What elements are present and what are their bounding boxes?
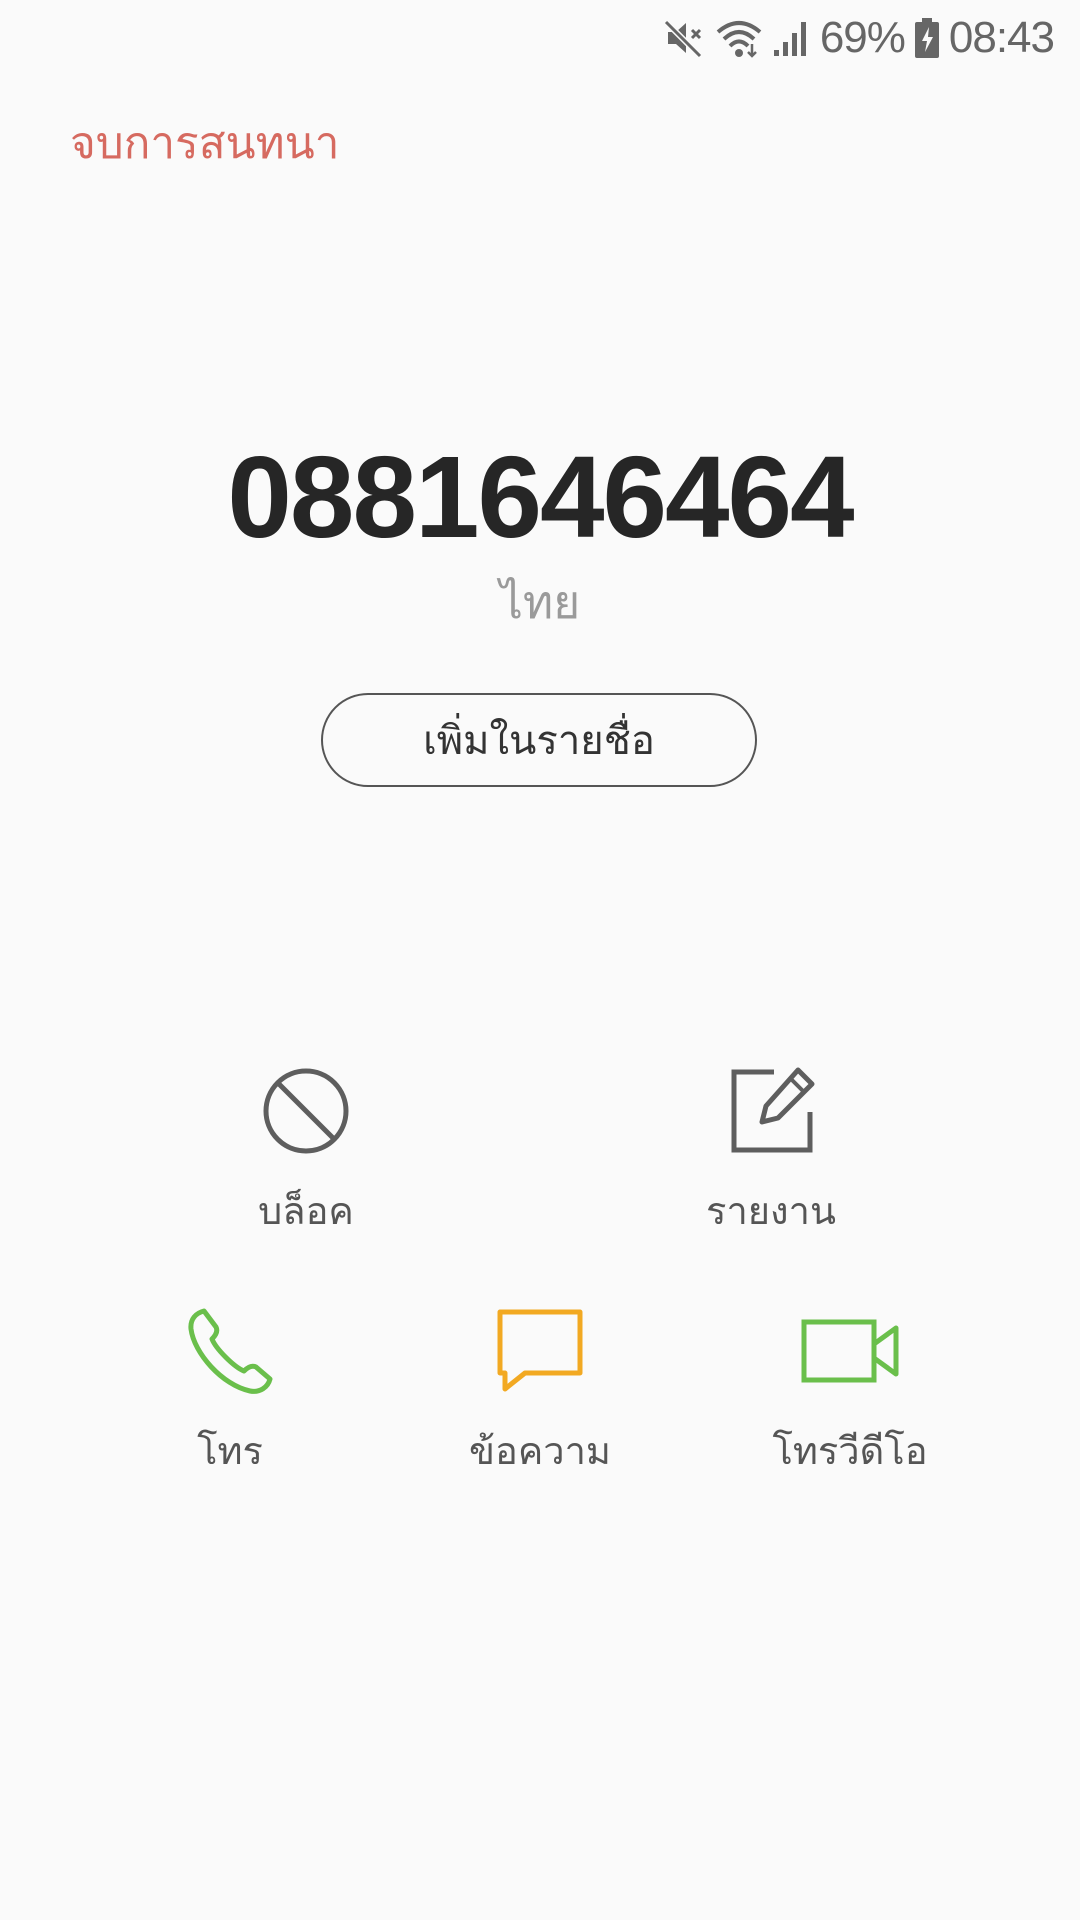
- message-icon: [485, 1296, 595, 1406]
- clock: 08:43: [948, 13, 1055, 62]
- mute-icon: [662, 16, 706, 60]
- block-label: บล็อค: [258, 1189, 354, 1233]
- end-conversation-button[interactable]: จบการสนทนา: [70, 108, 339, 178]
- phone-number: 0881646464: [227, 432, 854, 562]
- video-call-button[interactable]: โทรวีดีโอ: [730, 1296, 970, 1481]
- video-call-label: โทรวีดีโอ: [772, 1429, 928, 1473]
- video-call-icon: [795, 1296, 905, 1406]
- call-button[interactable]: โทร: [110, 1296, 350, 1481]
- block-button[interactable]: บล็อค: [186, 1056, 426, 1241]
- add-to-contacts-button[interactable]: เพิ่มในรายชื่อ: [321, 693, 757, 787]
- report-button[interactable]: รายงาน: [651, 1056, 891, 1241]
- battery-charging-icon: [913, 16, 941, 60]
- report-edit-icon: [716, 1056, 826, 1166]
- report-label: รายงาน: [706, 1189, 836, 1233]
- call-label: โทร: [197, 1429, 263, 1473]
- status-icons: 69% 08:43: [662, 10, 1055, 66]
- block-icon: [251, 1056, 361, 1166]
- battery-percent: 69%: [819, 13, 906, 62]
- signal-icon: [772, 16, 812, 60]
- message-label: ข้อความ: [469, 1429, 611, 1473]
- status-bar: 69% 08:43: [0, 0, 1080, 76]
- message-button[interactable]: ข้อความ: [420, 1296, 660, 1481]
- phone-icon: [175, 1296, 285, 1406]
- wifi-icon: [714, 16, 764, 60]
- country-label: ไทย: [499, 575, 581, 629]
